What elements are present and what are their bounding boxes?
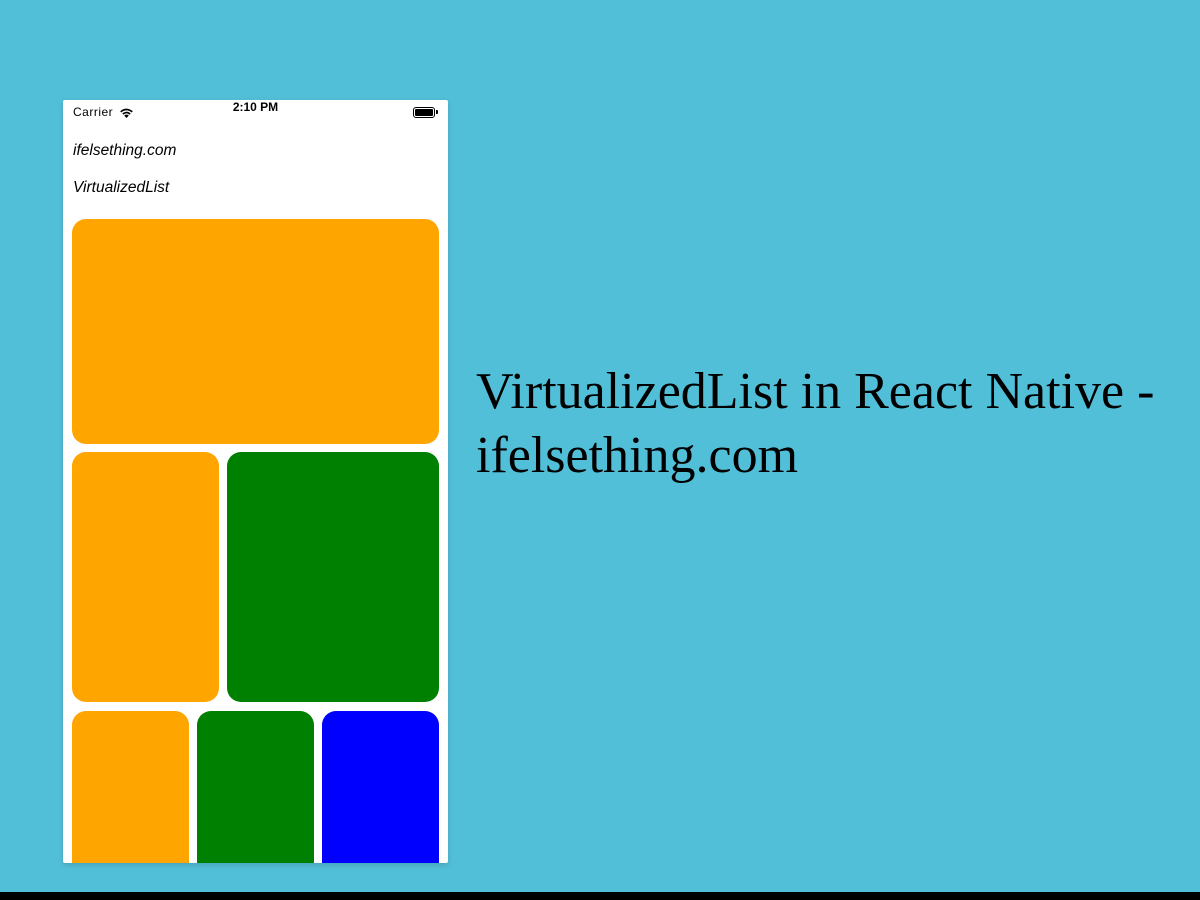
list-item[interactable]	[72, 452, 219, 702]
list-item[interactable]	[322, 711, 439, 863]
list-item[interactable]	[72, 219, 439, 444]
battery-icon	[413, 107, 438, 118]
status-left: Carrier	[73, 105, 134, 119]
brand-label: ifelsething.com	[73, 142, 438, 160]
list-item[interactable]	[72, 711, 189, 863]
app-header: ifelsething.com VirtualizedList	[63, 124, 448, 211]
virtualized-list[interactable]	[63, 211, 448, 863]
bottom-border	[0, 892, 1200, 900]
status-bar: Carrier	[63, 100, 448, 124]
list-row	[72, 711, 439, 863]
headline-area: VirtualizedList in React Native - ifelse…	[476, 360, 1156, 488]
list-item[interactable]	[227, 452, 439, 702]
list-row	[72, 452, 439, 702]
page-headline: VirtualizedList in React Native - ifelse…	[476, 360, 1156, 488]
phone-mockup: Carrier 2:10 PM ifelsething.com Virtuali…	[63, 100, 448, 863]
screen-title: VirtualizedList	[73, 179, 438, 197]
carrier-label: Carrier	[73, 105, 113, 119]
wifi-icon	[119, 107, 134, 118]
list-row	[72, 219, 439, 444]
list-item[interactable]	[197, 711, 314, 863]
